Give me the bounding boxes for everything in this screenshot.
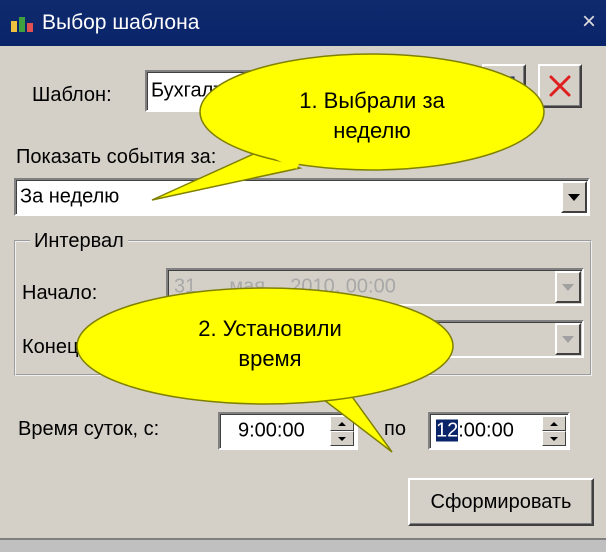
callout-1-text: 1. Выбрали за неделю (232, 86, 512, 146)
callout-2-text: 2. Установили время (130, 314, 410, 374)
callout-layer (76, 53, 545, 453)
callout-1-line-2: неделю (333, 118, 411, 143)
callout-2-line-2: время (238, 346, 302, 371)
callout-2-line-1: 2. Установили (198, 316, 342, 341)
callout-1-line-1: 1. Выбрали за (299, 88, 445, 113)
